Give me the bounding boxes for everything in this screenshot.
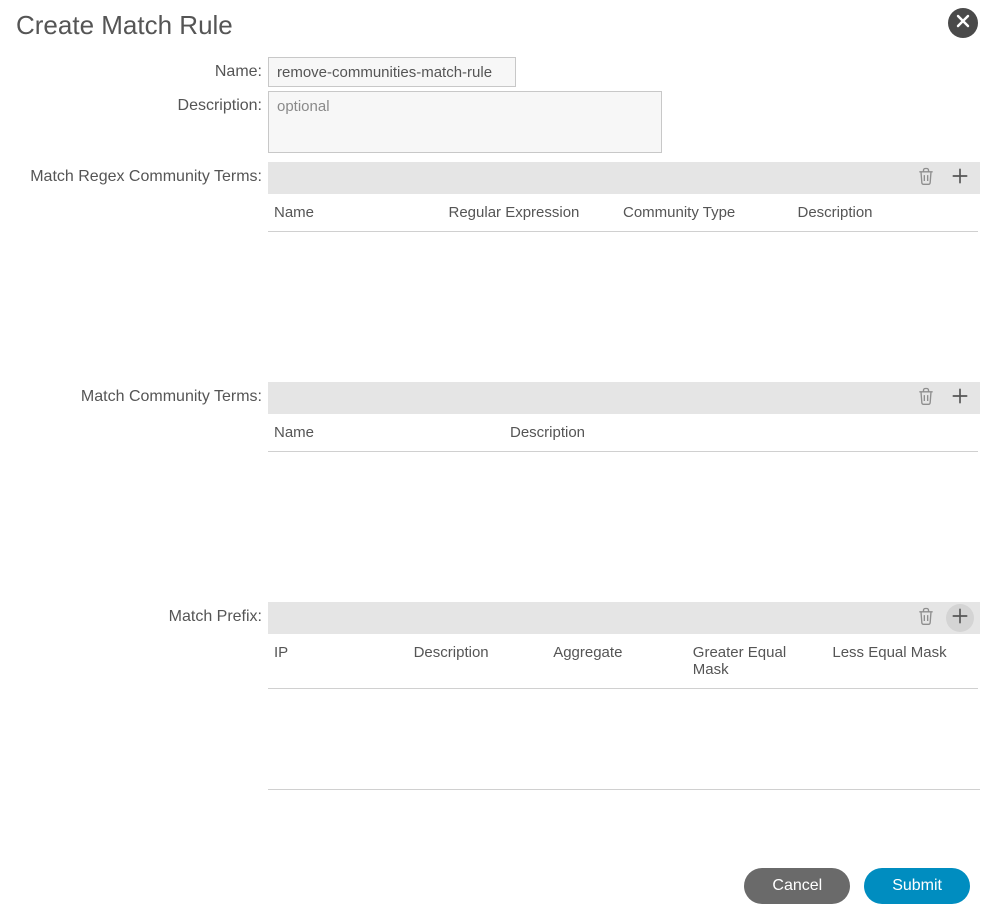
prefix-col-agg: Aggregate: [553, 644, 693, 678]
description-label: Description:: [8, 91, 268, 115]
trash-icon: [916, 166, 936, 191]
trash-icon: [916, 386, 936, 411]
community-delete-button[interactable]: [912, 384, 940, 412]
regex-col-expr: Regular Expression: [449, 204, 624, 221]
regex-delete-button[interactable]: [912, 164, 940, 192]
plus-icon: [950, 386, 970, 411]
create-match-rule-dialog: Create Match Rule Name: Description: Mat…: [0, 0, 988, 790]
regex-table-header: Name Regular Expression Community Type D…: [268, 194, 978, 232]
name-label: Name:: [8, 57, 268, 81]
close-icon: [955, 13, 971, 34]
description-row: Description:: [8, 91, 980, 158]
section-regex-community-terms: Match Regex Community Terms:: [8, 162, 980, 332]
prefix-table-header: IP Description Aggregate Greater Equal M…: [268, 634, 978, 689]
prefix-col-desc: Description: [414, 644, 554, 678]
plus-icon: [950, 606, 970, 631]
dialog-title: Create Match Rule: [16, 10, 233, 41]
section-match-prefix: Match Prefix: IP: [8, 602, 980, 790]
prefix-section-label: Match Prefix:: [8, 602, 268, 634]
prefix-bottom-separator: [268, 789, 980, 790]
community-add-button[interactable]: [946, 384, 974, 412]
close-button[interactable]: [948, 8, 978, 38]
prefix-col-ip: IP: [274, 644, 414, 678]
community-section-label: Match Community Terms:: [8, 382, 268, 414]
regex-toolbar: [268, 162, 980, 194]
regex-table: Name Regular Expression Community Type D…: [268, 194, 978, 332]
name-input[interactable]: [268, 57, 516, 87]
regex-add-button[interactable]: [946, 164, 974, 192]
plus-icon: [950, 166, 970, 191]
regex-col-type: Community Type: [623, 204, 798, 221]
community-table-body: [268, 452, 978, 552]
trash-icon: [916, 606, 936, 631]
form: Name: Description: Match Regex Community…: [8, 57, 980, 790]
dialog-footer: Cancel Submit: [744, 868, 970, 904]
prefix-add-button[interactable]: [946, 604, 974, 632]
prefix-toolbar: [268, 602, 980, 634]
prefix-col-gem: Greater Equal Mask: [693, 644, 833, 678]
regex-col-name: Name: [274, 204, 449, 221]
regex-table-body: [268, 232, 978, 332]
prefix-table-body: [268, 689, 978, 789]
community-table: Name Description: [268, 414, 978, 552]
submit-button[interactable]: Submit: [864, 868, 970, 904]
community-col-name: Name: [274, 424, 510, 441]
description-input[interactable]: [268, 91, 662, 153]
prefix-col-lem: Less Equal Mask: [832, 644, 972, 678]
name-row: Name:: [8, 57, 980, 87]
prefix-delete-button[interactable]: [912, 604, 940, 632]
cancel-button[interactable]: Cancel: [744, 868, 850, 904]
community-col-desc: Description: [510, 424, 972, 441]
regex-section-label: Match Regex Community Terms:: [8, 162, 268, 194]
prefix-table: IP Description Aggregate Greater Equal M…: [268, 634, 978, 789]
community-toolbar: [268, 382, 980, 414]
section-community-terms: Match Community Terms:: [8, 382, 980, 552]
regex-col-desc: Description: [798, 204, 973, 221]
dialog-header: Create Match Rule: [8, 8, 980, 57]
community-table-header: Name Description: [268, 414, 978, 452]
